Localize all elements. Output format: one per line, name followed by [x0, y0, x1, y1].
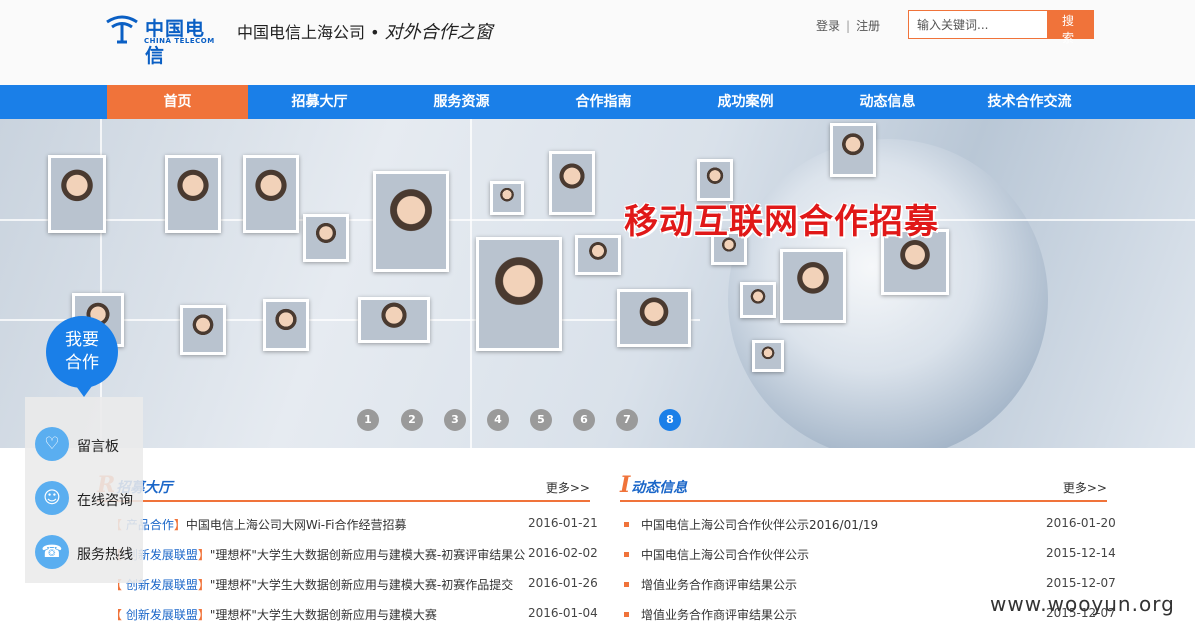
- list-item[interactable]: 中国电信上海公司合作伙伴公示 2015-12-14: [624, 546, 1116, 566]
- people-photo: [490, 181, 524, 215]
- cta-line-1: 我要: [65, 330, 99, 350]
- auth-separator: |: [846, 19, 851, 33]
- list-item[interactable]: 【 产品合作】中国电信上海公司大网Wi-Fi合作经营招募 2016-01-21: [110, 516, 598, 536]
- site-slogan: 中国电信上海公司 • 对外合作之窗: [237, 18, 493, 44]
- people-photo: [830, 123, 876, 177]
- list-item[interactable]: 中国电信上海公司合作伙伴公示2016/01/19 2016-01-20: [624, 516, 1116, 536]
- carousel-dot-active[interactable]: 8: [659, 409, 681, 431]
- banner-title: 移动互联网合作招募: [624, 202, 939, 242]
- nav-service-resources[interactable]: 服务资源: [391, 85, 532, 119]
- item-title[interactable]: "理想杯"大学生大数据创新应用与建模大赛-初赛评审结果公: [210, 548, 525, 562]
- news-section-header: I动态信息 更多>>: [620, 472, 1107, 502]
- network-line: [470, 119, 472, 448]
- bullet-icon: [624, 552, 629, 557]
- login-link[interactable]: 登录: [816, 19, 840, 33]
- auth-links: 登录 | 注册: [816, 17, 880, 34]
- item-title[interactable]: 中国电信上海公司合作伙伴公示2016/01/19: [641, 516, 878, 533]
- item-title[interactable]: 增值业务合作商评审结果公示: [641, 576, 797, 593]
- china-telecom-logo-icon: [106, 15, 138, 44]
- message-board-icon: ♡: [35, 427, 69, 461]
- carousel-dot[interactable]: 6: [573, 409, 595, 431]
- qq-chat-icon: ☺: [35, 481, 69, 515]
- list-item[interactable]: 【 创新发展联盟】"理想杯"大学生大数据创新应用与建模大赛 2016-01-04: [110, 606, 598, 626]
- nav-recruit-hall[interactable]: 招募大厅: [249, 85, 390, 119]
- item-date: 2015-12-07: [1046, 576, 1116, 590]
- nav-home[interactable]: 首页: [107, 85, 248, 119]
- hero-banner[interactable]: 移动互联网合作招募 1 2 3 4 5 6 7 8: [0, 119, 1195, 448]
- slogan-company: 中国电信上海公司: [237, 23, 366, 42]
- bullet-icon: [624, 522, 629, 527]
- carousel-dot[interactable]: 7: [616, 409, 638, 431]
- nav-news[interactable]: 动态信息: [817, 85, 958, 119]
- side-item-message-board[interactable]: ♡ 留言板: [35, 427, 235, 463]
- people-photo: [180, 305, 226, 355]
- search-input[interactable]: [909, 11, 1047, 38]
- side-item-label: 留言板: [77, 439, 119, 455]
- cta-line-2: 合作: [65, 353, 99, 373]
- item-date: 2016-01-04: [528, 606, 598, 620]
- news-more-link[interactable]: 更多>>: [1063, 479, 1107, 496]
- item-title[interactable]: 中国电信上海公司大网Wi-Fi合作经营招募: [186, 518, 407, 532]
- site-header: 中国电信 CHINA TELECOM 中国电信上海公司 • 对外合作之窗 登录 |…: [0, 0, 1195, 85]
- carousel-dot[interactable]: 4: [487, 409, 509, 431]
- carousel-dot[interactable]: 3: [444, 409, 466, 431]
- item-date: 2016-01-21: [528, 516, 598, 530]
- logo-en-text: CHINA TELECOM: [144, 37, 215, 45]
- nav-cooperation-guide[interactable]: 合作指南: [533, 85, 674, 119]
- bullet-icon: [624, 612, 629, 617]
- people-photo: [373, 171, 449, 272]
- news-section-title[interactable]: I动态信息: [620, 472, 687, 498]
- list-item[interactable]: 【 创新发展联盟】"理想杯"大学生大数据创新应用与建模大赛-初赛作品提交 201…: [110, 576, 598, 596]
- item-title[interactable]: "理想杯"大学生大数据创新应用与建模大赛: [210, 608, 437, 622]
- people-photo: [476, 237, 562, 351]
- carousel-dot[interactable]: 5: [530, 409, 552, 431]
- watermark: www.wooyun.org: [990, 592, 1175, 616]
- people-photo: [243, 155, 299, 233]
- side-contact-panel: ♡ 留言板 ☺ 在线咨询 ☎ 服务热线: [25, 397, 143, 583]
- nav-success-cases[interactable]: 成功案例: [675, 85, 816, 119]
- side-item-label: 在线咨询: [77, 493, 133, 509]
- item-date: 2016-01-20: [1046, 516, 1116, 530]
- nav-tech-exchange[interactable]: 技术合作交流: [959, 85, 1100, 119]
- register-link[interactable]: 注册: [856, 19, 880, 33]
- item-title[interactable]: 增值业务合作商评审结果公示: [641, 606, 797, 623]
- recruit-more-link[interactable]: 更多>>: [546, 479, 590, 496]
- search-box: 搜 索: [908, 10, 1094, 45]
- item-title[interactable]: "理想杯"大学生大数据创新应用与建模大赛-初赛作品提交: [210, 578, 513, 592]
- people-photo: [303, 214, 349, 262]
- carousel-dot[interactable]: 2: [401, 409, 423, 431]
- people-photo: [549, 151, 595, 215]
- carousel-dot[interactable]: 1: [357, 409, 379, 431]
- side-item-label: 服务热线: [77, 547, 133, 563]
- people-photo: [740, 282, 776, 318]
- item-category[interactable]: 创新发展联盟: [126, 608, 198, 622]
- search-button[interactable]: 搜 索: [1047, 11, 1093, 45]
- item-date: 2016-01-26: [528, 576, 598, 590]
- people-photo: [48, 155, 106, 233]
- main-nav: 首页 招募大厅 服务资源 合作指南 成功案例 动态信息 技术合作交流: [0, 85, 1195, 119]
- cooperate-button[interactable]: 我要 合作: [46, 316, 118, 397]
- people-photo: [358, 297, 430, 343]
- slogan-dot: •: [370, 23, 380, 42]
- slogan-tagline: 对外合作之窗: [384, 22, 493, 43]
- china-telecom-logo[interactable]: 中国电信 CHINA TELECOM: [105, 12, 220, 67]
- bullet-icon: [624, 582, 629, 587]
- people-photo: [780, 249, 846, 323]
- item-date: 2015-12-14: [1046, 546, 1116, 560]
- side-item-online-consult[interactable]: ☺ 在线咨询: [35, 481, 235, 517]
- people-photo: [752, 340, 784, 372]
- news-title-cap: I: [620, 472, 631, 498]
- phone-icon: ☎: [35, 535, 69, 569]
- people-photo: [617, 289, 691, 347]
- people-photo: [575, 235, 621, 275]
- item-date: 2016-02-02: [528, 546, 598, 560]
- people-photo: [165, 155, 221, 233]
- item-title[interactable]: 中国电信上海公司合作伙伴公示: [641, 546, 809, 563]
- side-item-service-hotline[interactable]: ☎ 服务热线: [35, 535, 235, 571]
- people-photo: [263, 299, 309, 351]
- news-title-text: 动态信息: [631, 480, 688, 496]
